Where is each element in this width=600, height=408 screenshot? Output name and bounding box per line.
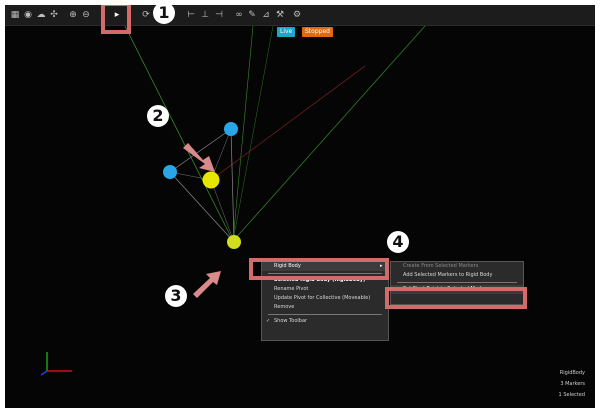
axis-z	[40, 370, 48, 376]
eye-icon[interactable]: ◉	[22, 8, 34, 22]
highlight-select-tool	[101, 5, 131, 34]
zoom-in-icon[interactable]: ⊕	[67, 8, 79, 22]
marker-blue[interactable]	[224, 122, 238, 136]
highlight-set-pivot-item	[385, 287, 527, 309]
menu-item-show-toolbar[interactable]: ✓ Show Toolbar	[262, 317, 388, 326]
camera-ray	[124, 25, 234, 242]
3d-viewport[interactable]	[5, 25, 595, 408]
viewer-window: ▦ ◉ ☁ ✣ ⊕ ⊖ ▸ ⟳ ⊢ ⊥ ⊣ ∞ ✎ ⊿ ⚒ ⚙ Live Sto…	[5, 5, 595, 408]
rigid-body-edge	[169, 171, 235, 243]
shapes-icon[interactable]: ✣	[48, 8, 60, 22]
cloud-icon[interactable]: ☁	[35, 8, 47, 22]
callout-3: 3	[165, 285, 187, 307]
tools-icon[interactable]: ⚒	[274, 8, 286, 22]
link-icon[interactable]: ∞	[233, 8, 245, 22]
callout-2: 2	[147, 105, 169, 127]
grid-icon[interactable]: ▦	[9, 8, 21, 22]
settings-icon[interactable]: ⚙	[291, 8, 303, 22]
menu-separator	[268, 314, 382, 315]
check-icon: ✓	[266, 318, 271, 324]
menu-item-rename-pivot[interactable]: Rename Pivot	[262, 285, 388, 294]
camera-ray	[232, 25, 426, 242]
highlight-rigid-body-item	[249, 258, 389, 280]
stopped-badge[interactable]: Stopped	[302, 27, 333, 37]
menu-separator	[397, 282, 517, 283]
camera-ray	[232, 25, 274, 242]
align-right-icon[interactable]: ⊣	[213, 8, 225, 22]
rigid-body-edge	[230, 128, 235, 243]
rigid-body-edge	[210, 179, 235, 243]
submenu-item-create[interactable]: Create From Selected Markers	[391, 262, 523, 271]
toolbar: ▦ ◉ ☁ ✣ ⊕ ⊖ ▸ ⟳ ⊢ ⊥ ⊣ ∞ ✎ ⊿ ⚒ ⚙	[5, 5, 595, 26]
live-badge[interactable]: Live	[277, 27, 296, 37]
pivot-marker[interactable]	[202, 171, 220, 189]
measure-icon[interactable]: ✎	[246, 8, 258, 22]
callout-arrow	[193, 271, 221, 298]
rotate-icon[interactable]: ⟳	[140, 8, 152, 22]
align-center-icon[interactable]: ⊥	[199, 8, 211, 22]
rays-icon[interactable]: ⊿	[260, 8, 272, 22]
callout-arrow	[183, 143, 215, 172]
marker-blue[interactable]	[163, 165, 177, 179]
status-markers: 3 Markers	[560, 381, 585, 387]
menu-item-update-pivot[interactable]: Update Pivot for Collective (Moveable)	[262, 294, 388, 303]
status-selected: 1 Selected	[558, 392, 585, 398]
align-left-icon[interactable]: ⊢	[185, 8, 197, 22]
zoom-out-icon[interactable]: ⊖	[80, 8, 92, 22]
marker-yellow[interactable]	[227, 235, 241, 249]
submenu-item-add-markers[interactable]: Add Selected Markers to Rigid Body	[391, 271, 523, 280]
rigid-body-edge	[169, 128, 232, 173]
callout-4: 4	[387, 231, 409, 253]
menu-item-label: Show Toolbar	[274, 318, 308, 324]
status-object: RigidBody	[559, 370, 585, 376]
scene-canvas	[40, 25, 426, 376]
menu-item-remove[interactable]: Remove	[262, 303, 388, 312]
